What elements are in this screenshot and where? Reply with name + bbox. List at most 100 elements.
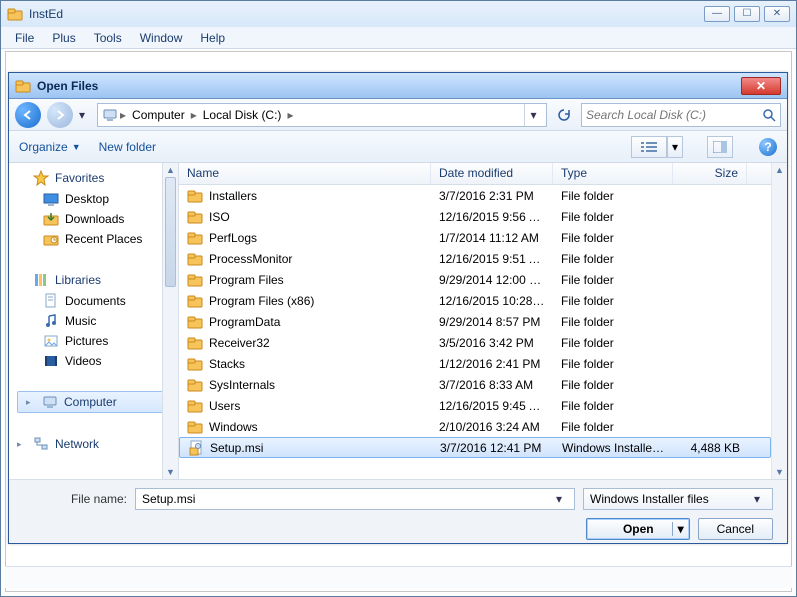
scroll-up-icon[interactable]: ▲	[772, 163, 787, 177]
filename-input[interactable]	[142, 492, 550, 506]
file-row[interactable]: Receiver323/5/2016 3:42 PMFile folder	[179, 332, 771, 353]
scroll-thumb[interactable]	[165, 177, 176, 287]
breadcrumb-computer[interactable]: Computer	[128, 108, 189, 122]
file-row[interactable]: Users12/16/2015 9:45 AMFile folder	[179, 395, 771, 416]
chevron-down-icon: ▼	[72, 142, 81, 152]
new-folder-button[interactable]: New folder	[99, 140, 156, 154]
file-date: 3/5/2016 3:42 PM	[431, 336, 553, 350]
file-type: File folder	[553, 273, 673, 287]
organize-button[interactable]: Organize ▼	[19, 140, 81, 154]
menu-window[interactable]: Window	[132, 29, 191, 47]
view-mode-dropdown[interactable]: ▾	[667, 136, 683, 158]
open-button[interactable]: Open ▾	[586, 518, 690, 540]
file-name: ProcessMonitor	[209, 252, 292, 266]
nav-item-videos[interactable]: Videos	[17, 351, 174, 371]
file-row[interactable]: ProgramData9/29/2014 8:57 PMFile folder	[179, 311, 771, 332]
file-row[interactable]: PerfLogs1/7/2014 11:12 AMFile folder	[179, 227, 771, 248]
status-bar	[5, 566, 792, 588]
file-rows: Installers3/7/2016 2:31 PMFile folderISO…	[179, 185, 771, 479]
file-date: 3/7/2016 8:33 AM	[431, 378, 553, 392]
file-row[interactable]: ISO12/16/2015 9:56 AMFile folder	[179, 206, 771, 227]
file-row[interactable]: Windows2/10/2016 3:24 AMFile folder	[179, 416, 771, 437]
nav-favorites-header[interactable]: Favorites	[17, 167, 174, 189]
refresh-button[interactable]	[553, 104, 575, 126]
preview-pane-button[interactable]	[707, 136, 733, 158]
column-date[interactable]: Date modified	[431, 163, 553, 184]
minimize-button[interactable]: —	[704, 6, 730, 22]
breadcrumb-localdisk[interactable]: Local Disk (C:)	[199, 108, 286, 122]
file-name: Program Files	[209, 273, 284, 287]
organize-label: Organize	[19, 140, 68, 154]
nav-scrollbar[interactable]: ▲ ▼	[162, 163, 178, 479]
close-button[interactable]: ✕	[764, 6, 790, 22]
nav-item-music[interactable]: Music	[17, 311, 174, 331]
nav-item-documents[interactable]: Documents	[17, 291, 174, 311]
nav-item-downloads[interactable]: Downloads	[17, 209, 174, 229]
nav-forward-button[interactable]	[47, 102, 73, 128]
nav-history-dropdown[interactable]: ▾	[79, 108, 91, 122]
file-row[interactable]: ProcessMonitor12/16/2015 9:51 AMFile fol…	[179, 248, 771, 269]
list-scrollbar[interactable]: ▲ ▼	[771, 163, 787, 479]
chevron-down-icon[interactable]: ▾	[550, 492, 568, 506]
view-mode-icon[interactable]	[631, 136, 667, 158]
breadcrumb-dropdown[interactable]: ▾	[524, 104, 542, 126]
file-row[interactable]: Program Files (x86)12/16/2015 10:28 ...F…	[179, 290, 771, 311]
breadcrumb-sep[interactable]: ▸	[120, 108, 126, 122]
cancel-button[interactable]: Cancel	[698, 518, 773, 540]
file-row[interactable]: Installers3/7/2016 2:31 PMFile folder	[179, 185, 771, 206]
file-type-filter[interactable]: Windows Installer files ▾	[583, 488, 773, 510]
open-files-dialog: Open Files ✕ ▾ ▸ Computer ▸ Local Disk (…	[8, 72, 788, 544]
scroll-down-icon[interactable]: ▼	[772, 465, 787, 479]
file-name: Stacks	[209, 357, 245, 371]
nav-item-pictures[interactable]: Pictures	[17, 331, 174, 351]
file-row[interactable]: Setup.msi3/7/2016 12:41 PMWindows Instal…	[179, 437, 771, 458]
nav-item-computer[interactable]: ▸ Computer	[17, 391, 174, 413]
file-row[interactable]: SysInternals3/7/2016 8:33 AMFile folder	[179, 374, 771, 395]
breadcrumb-bar[interactable]: ▸ Computer ▸ Local Disk (C:) ▸ ▾	[97, 103, 547, 127]
nav-libraries-header[interactable]: Libraries	[17, 269, 174, 291]
view-mode-button[interactable]: ▾	[631, 136, 683, 158]
nav-back-button[interactable]	[15, 102, 41, 128]
dialog-close-button[interactable]: ✕	[741, 77, 781, 95]
folder-icon	[187, 377, 203, 393]
column-name[interactable]: Name	[179, 163, 431, 184]
file-date: 12/16/2015 9:45 AM	[431, 399, 553, 413]
search-box[interactable]	[581, 103, 781, 127]
column-headers: Name Date modified Type Size	[179, 163, 787, 185]
nav-item-network[interactable]: ▸ Network	[17, 433, 174, 455]
dialog-titlebar[interactable]: Open Files ✕	[9, 73, 787, 99]
file-name: PerfLogs	[209, 231, 257, 245]
menu-help[interactable]: Help	[192, 29, 233, 47]
search-icon[interactable]	[762, 108, 776, 122]
file-row[interactable]: Stacks1/12/2016 2:41 PMFile folder	[179, 353, 771, 374]
chevron-down-icon[interactable]: ▾	[673, 522, 689, 536]
menu-plus[interactable]: Plus	[44, 29, 83, 47]
breadcrumb-sep[interactable]: ▸	[287, 108, 293, 122]
file-size: 4,488 KB	[674, 441, 748, 455]
nav-item-desktop[interactable]: Desktop	[17, 189, 174, 209]
file-type-filter-label: Windows Installer files	[590, 492, 748, 506]
libraries-icon	[33, 272, 49, 288]
menu-file[interactable]: File	[7, 29, 42, 47]
file-name: Setup.msi	[210, 441, 263, 455]
scroll-down-icon[interactable]: ▼	[163, 465, 178, 479]
recent-icon	[43, 231, 59, 247]
file-name: SysInternals	[209, 378, 275, 392]
menu-tools[interactable]: Tools	[86, 29, 130, 47]
file-date: 12/16/2015 9:51 AM	[431, 252, 553, 266]
column-type[interactable]: Type	[553, 163, 673, 184]
maximize-button[interactable]: ☐	[734, 6, 760, 22]
chevron-down-icon[interactable]: ▾	[748, 492, 766, 506]
search-input[interactable]	[586, 108, 762, 122]
dialog-icon	[15, 78, 31, 94]
filename-combobox[interactable]: ▾	[135, 488, 575, 510]
file-name: ProgramData	[209, 315, 280, 329]
file-row[interactable]: Program Files9/29/2014 12:00 PMFile fold…	[179, 269, 771, 290]
nav-item-recent[interactable]: Recent Places	[17, 229, 174, 249]
help-button[interactable]: ?	[759, 138, 777, 156]
app-titlebar[interactable]: InstEd — ☐ ✕	[1, 1, 796, 27]
column-size[interactable]: Size	[673, 163, 747, 184]
scroll-up-icon[interactable]: ▲	[163, 163, 178, 177]
breadcrumb-sep[interactable]: ▸	[191, 108, 197, 122]
file-list-pane: Name Date modified Type Size Installers3…	[179, 163, 787, 479]
